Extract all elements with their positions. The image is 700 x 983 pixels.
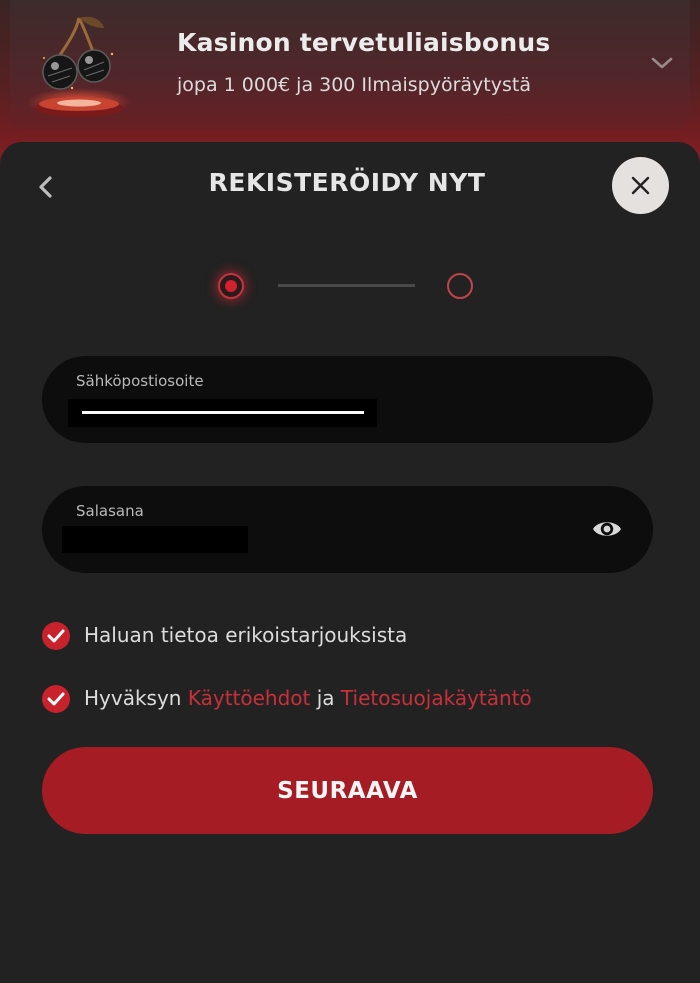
chevron-down-icon[interactable] (650, 54, 674, 72)
registration-modal: REKISTERÖIDY NYT Sähköpostiosoite Salasa… (0, 142, 700, 983)
cherries-on-pedestal-icon (27, 16, 131, 117)
email-field[interactable]: Sähköpostiosoite (42, 356, 653, 443)
banner-subtitle: jopa 1 000€ ja 300 Ilmaispyöräytystä (177, 74, 531, 96)
eye-icon[interactable] (590, 514, 624, 544)
banner-title: Kasinon tervetuliaisbonus (177, 28, 551, 57)
next-button[interactable]: SEURAAVA (42, 747, 653, 834)
modal-title: REKISTERÖIDY NYT (208, 168, 486, 197)
terms-checkbox[interactable] (42, 685, 70, 713)
password-label: Salasana (76, 502, 144, 520)
step-indicator-inactive (447, 273, 473, 299)
offers-label: Haluan tietoa erikoistarjouksista (84, 623, 408, 647)
email-label: Sähköpostiosoite (76, 372, 204, 390)
step-connector (278, 284, 415, 287)
privacy-policy-link[interactable]: Tietosuojakäytäntö (341, 686, 532, 710)
close-icon (631, 176, 650, 195)
terms-link[interactable]: Käyttöehdot (188, 686, 311, 710)
terms-conjunction: ja (316, 686, 335, 710)
close-button[interactable] (612, 157, 669, 214)
checkmark-icon (47, 692, 65, 706)
terms-prefix: Hyväksyn (84, 686, 182, 710)
redacted-email-value (68, 399, 377, 427)
welcome-bonus-banner[interactable]: Kasinon tervetuliaisbonus jopa 1 000€ ja… (10, 0, 690, 130)
redacted-password-value (62, 526, 248, 553)
terms-label: Hyväksyn Käyttöehdot ja Tietosuojakäytän… (84, 686, 532, 710)
step-indicator-active (218, 273, 244, 299)
offers-checkbox[interactable] (42, 622, 70, 650)
checkmark-icon (47, 629, 65, 643)
password-field[interactable]: Salasana (42, 486, 653, 573)
